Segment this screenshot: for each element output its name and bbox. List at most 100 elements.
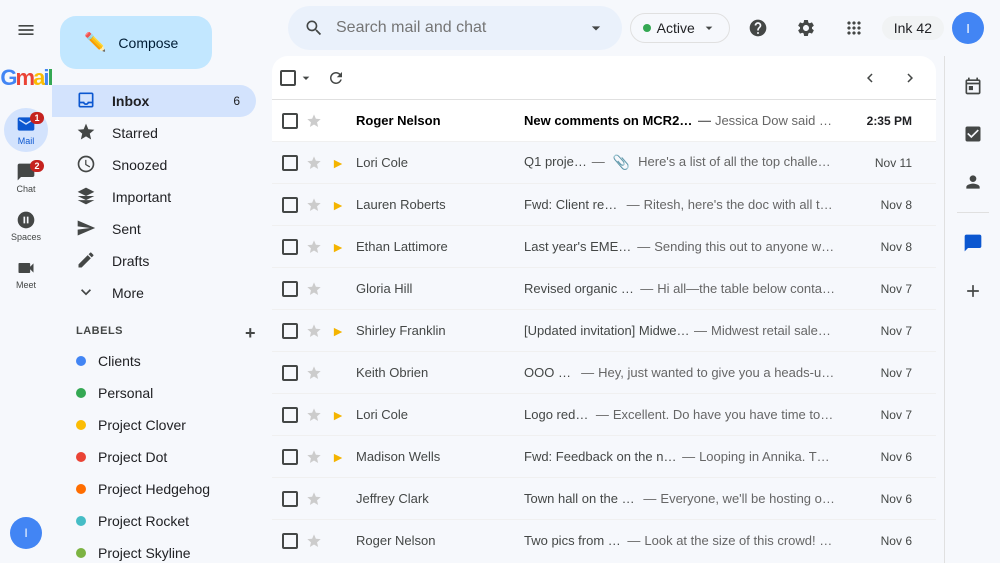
email-checkbox[interactable] [282, 533, 298, 549]
nav-important[interactable]: Important [52, 181, 256, 213]
email-star-button[interactable] [304, 323, 324, 339]
email-checkbox[interactable] [282, 239, 298, 255]
rail-user-avatar[interactable]: I [4, 511, 48, 555]
nav-more[interactable]: More [52, 277, 256, 309]
email-row[interactable]: ► Lori Cole Logo redesign ideas — Excell… [272, 394, 936, 436]
email-row[interactable]: ► Lauren Roberts Fwd: Client resources f… [272, 184, 936, 226]
label-name: Clients [98, 353, 141, 369]
email-checkbox[interactable] [282, 197, 298, 213]
select-all-checkbox[interactable] [280, 70, 296, 86]
rail-mail-button[interactable]: Mail 1 [4, 108, 48, 152]
email-checkbox-area[interactable] [280, 281, 300, 297]
email-checkbox-area[interactable] [280, 407, 300, 423]
email-snippet: Hi all—the table below contains the revi… [657, 281, 836, 296]
email-row[interactable]: ► Ethan Lattimore Last year's EMEA strat… [272, 226, 936, 268]
email-checkbox-area[interactable] [280, 113, 300, 129]
user-avatar[interactable]: I [952, 12, 984, 44]
label-item[interactable]: Project Rocket [52, 505, 256, 537]
drafts-icon [76, 250, 96, 273]
label-name: Personal [98, 385, 153, 401]
nav-starred[interactable]: Starred [52, 117, 256, 149]
label-item[interactable]: Project Clover [52, 409, 256, 441]
tasks-icon-button[interactable] [951, 112, 995, 156]
email-checkbox-area[interactable] [280, 449, 300, 465]
nav-snoozed[interactable]: Snoozed [52, 149, 256, 181]
email-checkbox-area[interactable] [280, 239, 300, 255]
rail-meet-button[interactable]: Meet [4, 252, 48, 296]
label-item[interactable]: Project Skyline [52, 537, 256, 563]
email-star-button[interactable] [304, 449, 324, 465]
email-star-button[interactable] [304, 491, 324, 507]
contacts-icon-button[interactable] [951, 160, 995, 204]
next-page-button[interactable] [892, 60, 928, 96]
email-star-button[interactable] [304, 155, 324, 171]
email-checkbox-area[interactable] [280, 491, 300, 507]
email-star-button[interactable] [304, 365, 324, 381]
add-label-button[interactable]: + [245, 323, 256, 344]
email-row[interactable]: ► Madison Wells Fwd: Feedback on the new… [272, 436, 936, 478]
email-checkbox-area[interactable] [280, 197, 300, 213]
rail-spaces-button[interactable]: Spaces [4, 204, 48, 248]
email-row[interactable]: ► Gloria Hill Revised organic search num… [272, 268, 936, 310]
email-snippet: Here's a list of all the top challenges … [638, 154, 836, 171]
email-row[interactable]: ► Roger Nelson Two pics from the confere… [272, 520, 936, 555]
email-checkbox-area[interactable] [280, 533, 300, 549]
email-checkbox-area[interactable] [280, 155, 300, 171]
email-row[interactable]: ► Keith Obrien OOO next week — Hey, just… [272, 352, 936, 394]
label-item[interactable]: Project Hedgehog [52, 473, 256, 505]
email-checkbox[interactable] [282, 365, 298, 381]
email-star-button[interactable] [304, 239, 324, 255]
search-dropdown-icon[interactable] [586, 18, 606, 38]
email-star-button[interactable] [304, 113, 324, 129]
label-item[interactable]: Project Dot [52, 441, 256, 473]
email-checkbox[interactable] [282, 281, 298, 297]
nav-sent[interactable]: Sent [52, 213, 256, 245]
active-indicator [643, 24, 651, 32]
hamburger-menu-button[interactable] [4, 8, 48, 52]
email-checkbox[interactable] [282, 449, 298, 465]
email-content: Last year's EMEA strategy deck — Sending… [516, 239, 844, 254]
nav-drafts[interactable]: Drafts [52, 245, 256, 277]
email-row[interactable]: ► Lori Cole Q1 project wrap-up — 📎 Here'… [272, 142, 936, 184]
add-plugin-button[interactable] [951, 269, 995, 313]
email-important-area: ► [328, 113, 348, 129]
email-star-button[interactable] [304, 533, 324, 549]
email-subject: Q1 project wrap-up [524, 154, 588, 171]
email-row[interactable]: ► Shirley Franklin [Updated invitation] … [272, 310, 936, 352]
compose-button[interactable]: ✏️ Compose [60, 16, 212, 69]
email-star-button[interactable] [304, 281, 324, 297]
label-item[interactable]: Clients [52, 345, 256, 377]
email-row[interactable]: ► Jeffrey Clark Town hall on the upcomin… [272, 478, 936, 520]
settings-button[interactable] [786, 8, 826, 48]
search-input[interactable] [336, 19, 574, 37]
email-row[interactable]: ► Roger Nelson New comments on MCR2020 d… [272, 100, 936, 142]
help-button[interactable] [738, 8, 778, 48]
email-checkbox[interactable] [282, 323, 298, 339]
email-snippet: Jessica Dow said What about Eva... [715, 113, 836, 128]
search-bar[interactable] [288, 6, 622, 50]
email-checkbox[interactable] [282, 407, 298, 423]
chat-icon-button[interactable] [951, 221, 995, 265]
refresh-button[interactable] [318, 60, 354, 96]
email-sender: Lori Cole [352, 155, 512, 170]
apps-button[interactable] [834, 8, 874, 48]
active-status-button[interactable]: Active [630, 13, 730, 43]
rail-mail-label: Mail [18, 136, 35, 146]
email-checkbox-area[interactable] [280, 323, 300, 339]
email-checkbox[interactable] [282, 155, 298, 171]
calendar-icon-button[interactable] [951, 64, 995, 108]
rail-chat-button[interactable]: Chat 2 [4, 156, 48, 200]
nav-inbox[interactable]: Inbox 6 [52, 85, 256, 117]
email-checkbox-area[interactable] [280, 365, 300, 381]
select-dropdown-icon[interactable] [298, 70, 314, 86]
select-all-area[interactable] [280, 70, 314, 86]
more-label: More [112, 285, 240, 301]
email-checkbox[interactable] [282, 113, 298, 129]
email-subject: Logo redesign ideas [524, 407, 592, 422]
email-checkbox[interactable] [282, 491, 298, 507]
label-item[interactable]: Personal [52, 377, 256, 409]
ink-profile-button[interactable]: Ink 42 [882, 16, 944, 40]
prev-page-button[interactable] [852, 60, 888, 96]
email-star-button[interactable] [304, 407, 324, 423]
email-star-button[interactable] [304, 197, 324, 213]
